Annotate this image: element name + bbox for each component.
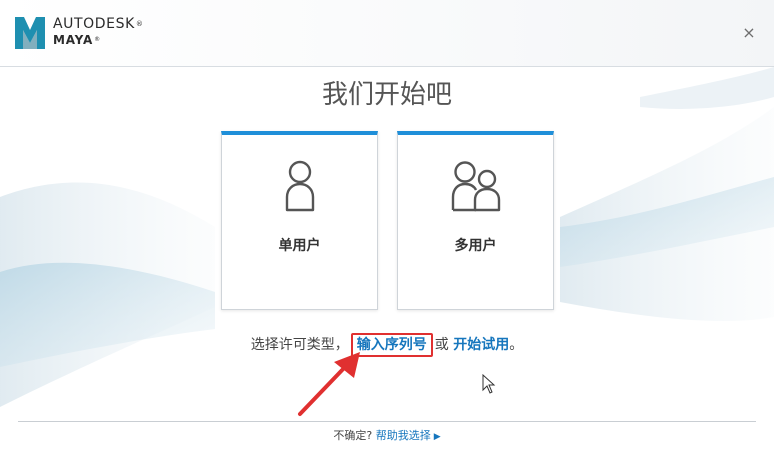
brand-autodesk: AUTODESK® bbox=[53, 16, 144, 32]
enter-serial-link[interactable]: 输入序列号 bbox=[357, 337, 427, 353]
footer-divider bbox=[18, 421, 756, 422]
annotation-arrow-icon bbox=[298, 352, 360, 416]
mouse-cursor-icon bbox=[482, 374, 496, 394]
single-user-card[interactable]: 单用户 bbox=[221, 131, 378, 310]
close-icon: × bbox=[742, 23, 756, 42]
header-bar bbox=[0, 0, 774, 66]
unsure-text: 不确定? bbox=[333, 429, 373, 442]
footer-help: 不确定? 帮助我选择 ▶ bbox=[0, 429, 774, 444]
license-choice-text: 选择许可类型， 输入序列号或 开始试用。 bbox=[0, 333, 774, 357]
close-button[interactable]: × bbox=[740, 24, 758, 42]
play-arrow-icon: ▶ bbox=[433, 432, 441, 442]
start-trial-link[interactable]: 开始试用 bbox=[453, 337, 509, 353]
multi-user-label: 多用户 bbox=[454, 238, 497, 254]
single-user-label: 单用户 bbox=[278, 238, 321, 254]
maya-logo-icon bbox=[15, 17, 45, 49]
brand-maya: MAYA® bbox=[53, 33, 101, 47]
multi-user-card[interactable]: 多用户 bbox=[397, 131, 554, 310]
license-window: AUTODESK® MAYA® × 我们开始吧 单用户 多用户 选择许可类型，输… bbox=[0, 0, 774, 452]
page-title: 我们开始吧 bbox=[321, 80, 452, 110]
help-me-choose-link[interactable]: 帮助我选择 bbox=[376, 429, 431, 442]
multi-user-icon bbox=[451, 161, 501, 212]
background-swirl bbox=[0, 67, 774, 407]
choice-suffix: 。 bbox=[509, 337, 524, 353]
choice-or: 或 bbox=[434, 337, 449, 353]
single-user-icon bbox=[285, 160, 315, 212]
